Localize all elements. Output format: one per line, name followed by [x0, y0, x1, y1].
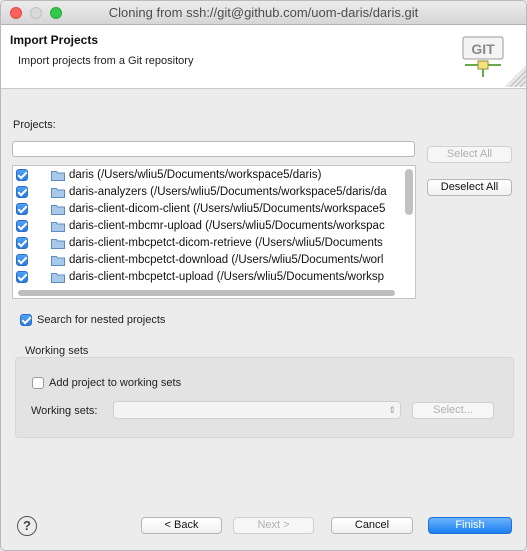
projects-label: Projects: [13, 119, 56, 131]
project-folder-icon [51, 273, 65, 283]
project-filter-input[interactable] [12, 141, 415, 157]
title-bar[interactable]: Cloning from ssh://git@github.com/uom-da… [1, 1, 526, 25]
project-label: daris-client-mbcpetct-download (/Users/w… [69, 254, 384, 266]
working-sets-combo[interactable]: ⇕ [113, 401, 401, 419]
project-label: daris-client-mbcpetct-dicom-retrieve (/U… [69, 237, 383, 249]
back-button[interactable]: < Back [141, 517, 222, 534]
header-corner-icon [504, 65, 526, 87]
project-checkbox[interactable] [16, 203, 28, 215]
project-folder-icon [51, 205, 65, 215]
page-description: Import projects from a Git repository [18, 55, 194, 67]
project-row-1[interactable]: daris-analyzers (/Users/wliu5/Documents/… [13, 184, 403, 201]
nested-projects-label: Search for nested projects [37, 314, 166, 326]
add-to-working-sets-checkbox[interactable] [32, 377, 44, 389]
project-row-3[interactable]: daris-client-mbcmr-upload (/Users/wliu5/… [13, 218, 403, 235]
project-checkbox[interactable] [16, 186, 28, 198]
project-folder-icon [51, 256, 65, 266]
cancel-button[interactable]: Cancel [331, 517, 413, 534]
project-label: daris-client-dicom-client (/Users/wliu5/… [69, 203, 386, 215]
project-label: daris-client-mbcmr-upload (/Users/wliu5/… [69, 220, 385, 232]
project-row-2[interactable]: daris-client-dicom-client (/Users/wliu5/… [13, 201, 403, 218]
dialog-window: Cloning from ssh://git@github.com/uom-da… [0, 0, 527, 551]
project-row-6[interactable]: daris-client-mbcpetct-upload (/Users/wli… [13, 269, 403, 286]
page-title: Import Projects [10, 33, 99, 47]
project-checkbox[interactable] [16, 254, 28, 266]
project-label: daris (/Users/wliu5/Documents/workspace5… [69, 169, 322, 181]
project-folder-icon [51, 188, 65, 198]
project-label: daris-client-mbcpetct-upload (/Users/wli… [69, 271, 385, 283]
project-folder-icon [51, 222, 65, 232]
help-icon[interactable]: ? [17, 516, 37, 536]
project-folder-icon [51, 171, 65, 181]
project-row-0[interactable]: daris (/Users/wliu5/Documents/workspace5… [13, 167, 403, 184]
window-title: Cloning from ssh://git@github.com/uom-da… [108, 5, 419, 20]
working-sets-field-label: Working sets: [31, 405, 98, 417]
select-all-button[interactable]: Select All [427, 146, 512, 163]
projects-list[interactable]: daris (/Users/wliu5/Documents/workspace5… [12, 165, 416, 299]
project-checkbox[interactable] [16, 169, 28, 181]
project-row-4[interactable]: daris-client-mbcpetct-dicom-retrieve (/U… [13, 235, 403, 252]
project-row-5[interactable]: daris-client-mbcpetct-download (/Users/w… [13, 252, 403, 269]
deselect-all-button[interactable]: Deselect All [427, 179, 512, 196]
git-logo-text: GIT [471, 41, 495, 57]
project-folder-icon [51, 239, 65, 249]
working-sets-group-label: Working sets [25, 345, 89, 357]
list-vertical-scrollbar[interactable] [405, 169, 413, 215]
project-label: daris-analyzers (/Users/wliu5/Documents/… [69, 186, 387, 198]
nested-projects-checkbox[interactable] [20, 314, 32, 326]
project-checkbox[interactable] [16, 220, 28, 232]
select-working-sets-button[interactable]: Select... [412, 402, 494, 419]
wizard-header: Import Projects Import projects from a G… [1, 25, 526, 89]
next-button[interactable]: Next > [233, 517, 314, 534]
project-checkbox[interactable] [16, 237, 28, 249]
list-horizontal-scrollbar[interactable] [18, 290, 395, 296]
finish-button[interactable]: Finish [428, 517, 512, 534]
combo-arrows-icon: ⇕ [388, 405, 396, 415]
working-sets-group [15, 357, 514, 438]
add-to-working-sets-label: Add project to working sets [49, 377, 182, 389]
project-checkbox[interactable] [16, 271, 28, 283]
git-logo-icon: GIT [462, 36, 504, 77]
